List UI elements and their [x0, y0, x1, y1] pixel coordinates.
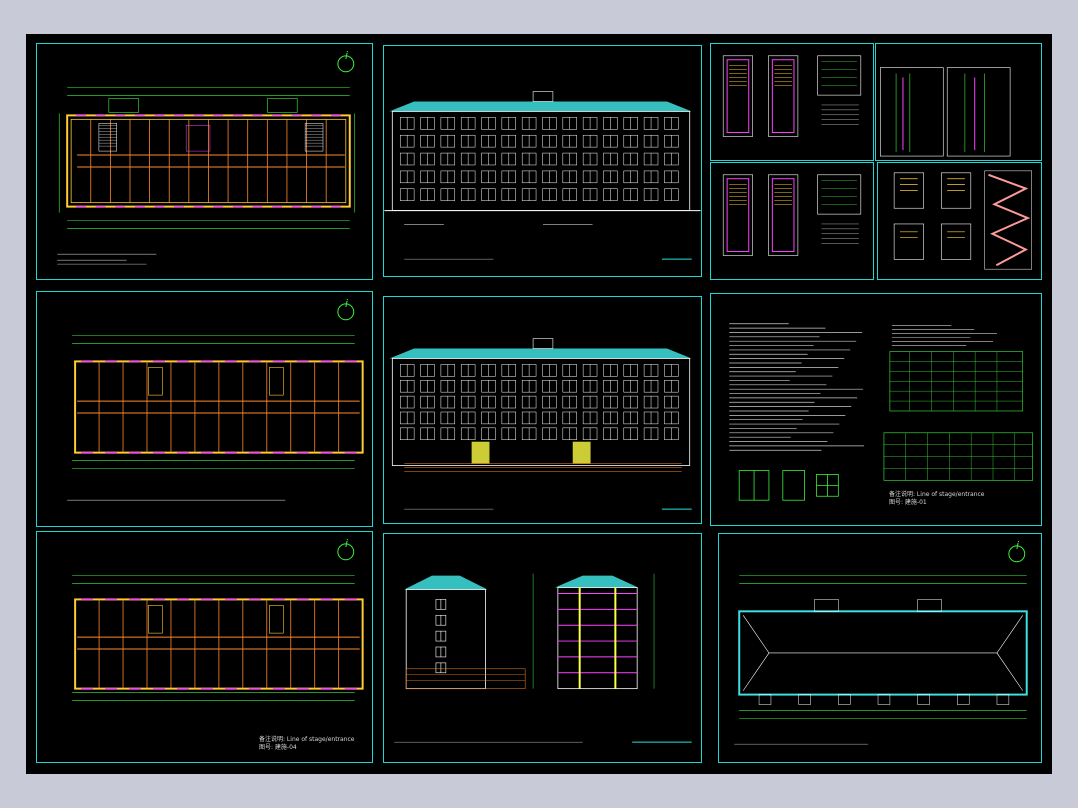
front-elevation-drawing: [384, 91, 701, 260]
sheet-stair-section[interactable]: [875, 43, 1042, 161]
sheet-top-floor-plan[interactable]: i 备注说明: Line of stage/entrance 图号: 建施-04: [36, 531, 373, 763]
sheet-stair-detail-a[interactable]: [710, 43, 874, 161]
title-block-note: 备注说明: Line of stage/entrance: [889, 491, 985, 498]
sheet-rear-elevation[interactable]: [383, 296, 702, 524]
title-block-drawing-number: 图号: 建施-01: [889, 499, 927, 506]
north-arrow-icon: i: [345, 297, 349, 310]
rear-elevation-drawing: [389, 338, 692, 510]
north-arrow-icon: i: [1016, 539, 1020, 552]
stair-detail-a-drawing: [722, 55, 862, 137]
cad-drawing-canvas[interactable]: i i 备注说明: Line of stage/entrance 图号: 建施-…: [26, 34, 1052, 774]
sheet-standard-floor-plan[interactable]: i: [36, 291, 373, 527]
stair-section-drawing: [880, 67, 1011, 157]
stair-3d-detail-drawing: [893, 170, 1032, 270]
sheet-front-elevation[interactable]: [383, 45, 702, 277]
top-floor-plan-drawing: [72, 543, 364, 701]
north-arrow-icon: i: [345, 49, 349, 62]
north-arrow-icon: i: [345, 537, 349, 550]
side-elevation-section-drawing: [394, 573, 692, 743]
title-block-note: 备注说明: Line of stage/entrance: [259, 736, 355, 743]
sheet-roof-plan[interactable]: i: [718, 533, 1042, 763]
sheet-stair-3d-detail[interactable]: [877, 162, 1042, 280]
title-block-drawing-number: 图号: 建施-04: [259, 744, 297, 751]
sheet-design-notes[interactable]: 备注说明: Line of stage/entrance 图号: 建施-01: [710, 293, 1042, 526]
stair-detail-b-drawing: [722, 174, 862, 256]
sheet-first-floor-plan[interactable]: i: [36, 43, 373, 280]
sheet-side-elevation-section[interactable]: [383, 533, 702, 763]
design-notes-drawing: [729, 323, 1033, 501]
sheet-stair-detail-b[interactable]: [710, 162, 874, 280]
first-floor-plan-drawing: [57, 55, 356, 265]
roof-plan-drawing: [734, 545, 1028, 745]
standard-floor-plan-drawing: [67, 303, 364, 501]
